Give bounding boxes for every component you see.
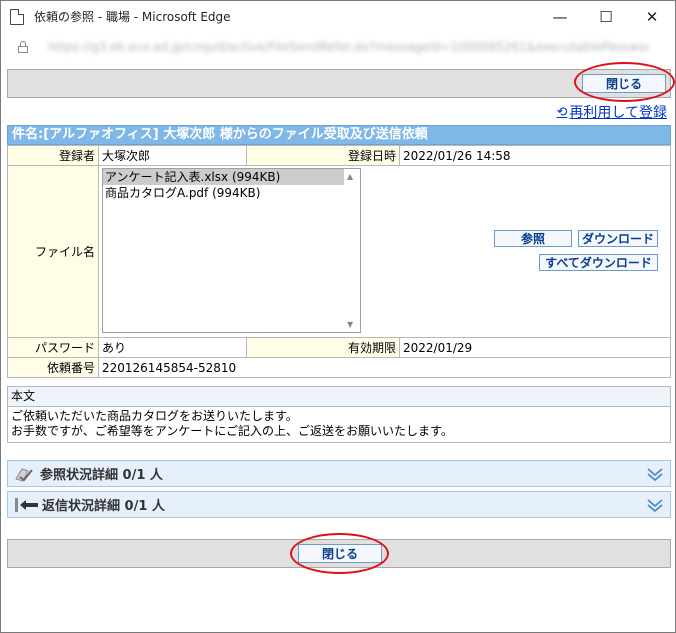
window-title: 依頼の参照 - 職場 - Microsoft Edge [34,10,231,24]
reply-arrow-icon [15,497,38,512]
table-row: ファイル名 アンケート記入表.xlsx (994KB) 商品カタログA.pdf … [7,165,671,338]
maximize-button[interactable]: ☐ [583,1,629,32]
table-row: 登録者 大塚次郎 登録日時 2022/01/26 14:58 [7,145,671,166]
registered-at-label: 登録日時 [246,145,400,166]
reuse-register-link[interactable]: ⟲ 再利用して登録 [557,102,668,122]
minimize-button[interactable]: — [537,1,583,32]
bottom-toolbar: 閉じる [7,539,671,568]
table-row: パスワード あり 有効期限 2022/01/29 [7,337,671,358]
registrant-value: 大塚次郎 [98,145,247,166]
page-content: 閉じる ⟲ 再利用して登録 件名:[アルファオフィス] 大塚次郎 様からのファイ… [1,61,675,632]
registrant-label: 登録者 [7,145,99,166]
message-body: 本文 ご依頼いただいた商品カタログをお送りいたします。 お手数ですが、ご希望等を… [7,386,671,443]
url-text[interactable]: https://g3.ek.eco.ad.jp/cmp/d/active/Fil… [48,40,648,54]
request-detail-table: 登録者 大塚次郎 登録日時 2022/01/26 14:58 ファイル名 アンケ… [7,145,671,378]
title-bar[interactable]: 依頼の参照 - 職場 - Microsoft Edge — ☐ ✕ [1,1,675,32]
refer-status-section[interactable]: 参照状況詳細 0/1 人 [7,460,671,487]
scroll-down-icon[interactable]: ▼ [347,320,353,329]
download-button[interactable]: ダウンロード [578,230,658,247]
close-window-button[interactable]: ✕ [629,1,675,32]
list-item[interactable]: アンケート記入表.xlsx (994KB) [103,169,360,185]
download-all-button[interactable]: すべてダウンロード [539,254,658,271]
request-number-label: 依頼番号 [7,357,99,378]
page-icon [10,8,24,25]
body-line: お手数ですが、ご希望等をアンケートにご記入の上、ご返送をお願いいたします。 [11,424,453,438]
body-heading: 本文 [8,387,670,407]
top-toolbar: 閉じる [7,69,671,98]
chevron-down-icon[interactable] [646,465,664,483]
reply-status-title: 返信状況詳細 0/1 人 [42,499,165,514]
file-name-label: ファイル名 [7,165,99,338]
browser-window: 依頼の参照 - 職場 - Microsoft Edge — ☐ ✕ https:… [0,0,676,633]
password-label: パスワード [7,337,99,358]
refer-button[interactable]: 参照 [494,230,572,247]
body-line: ご依頼いただいた商品カタログをお送りいたします。 [11,409,298,423]
expiry-value: 2022/01/29 [399,337,671,358]
lock-icon[interactable] [18,40,28,53]
file-cell: アンケート記入表.xlsx (994KB) 商品カタログA.pdf (994KB… [98,165,671,338]
listbox-scrollbar[interactable]: ▲ ▼ [344,169,360,332]
subject-header: 件名:[アルファオフィス] 大塚次郎 様からのファイル受取及び送信依頼 [7,125,671,145]
list-item[interactable]: 商品カタログA.pdf (994KB) [103,185,360,201]
close-button-bottom[interactable]: 閉じる [298,544,382,563]
scroll-up-icon[interactable]: ▲ [347,172,353,181]
file-listbox[interactable]: アンケート記入表.xlsx (994KB) 商品カタログA.pdf (994KB… [102,168,361,333]
reuse-register-label: 再利用して登録 [569,105,667,121]
refer-status-title: 参照状況詳細 0/1 人 [40,468,163,483]
expiry-label: 有効期限 [246,337,400,358]
refresh-icon: ⟲ [556,104,568,120]
password-value: あり [98,337,247,358]
address-bar[interactable]: https://g3.ek.eco.ad.jp/cmp/d/active/Fil… [1,32,675,61]
request-number-value: 220126145854-52810 [98,357,671,378]
viewed-document-icon [15,467,33,482]
window-controls: — ☐ ✕ [537,1,675,32]
body-text: ご依頼いただいた商品カタログをお送りいたします。 お手数ですが、ご希望等をアンケ… [8,407,670,441]
reply-status-section[interactable]: 返信状況詳細 0/1 人 [7,491,671,518]
table-row: 依頼番号 220126145854-52810 [7,357,671,378]
chevron-down-icon[interactable] [646,496,664,514]
close-button-top[interactable]: 閉じる [582,74,666,93]
registered-at-value: 2022/01/26 14:58 [399,145,671,166]
